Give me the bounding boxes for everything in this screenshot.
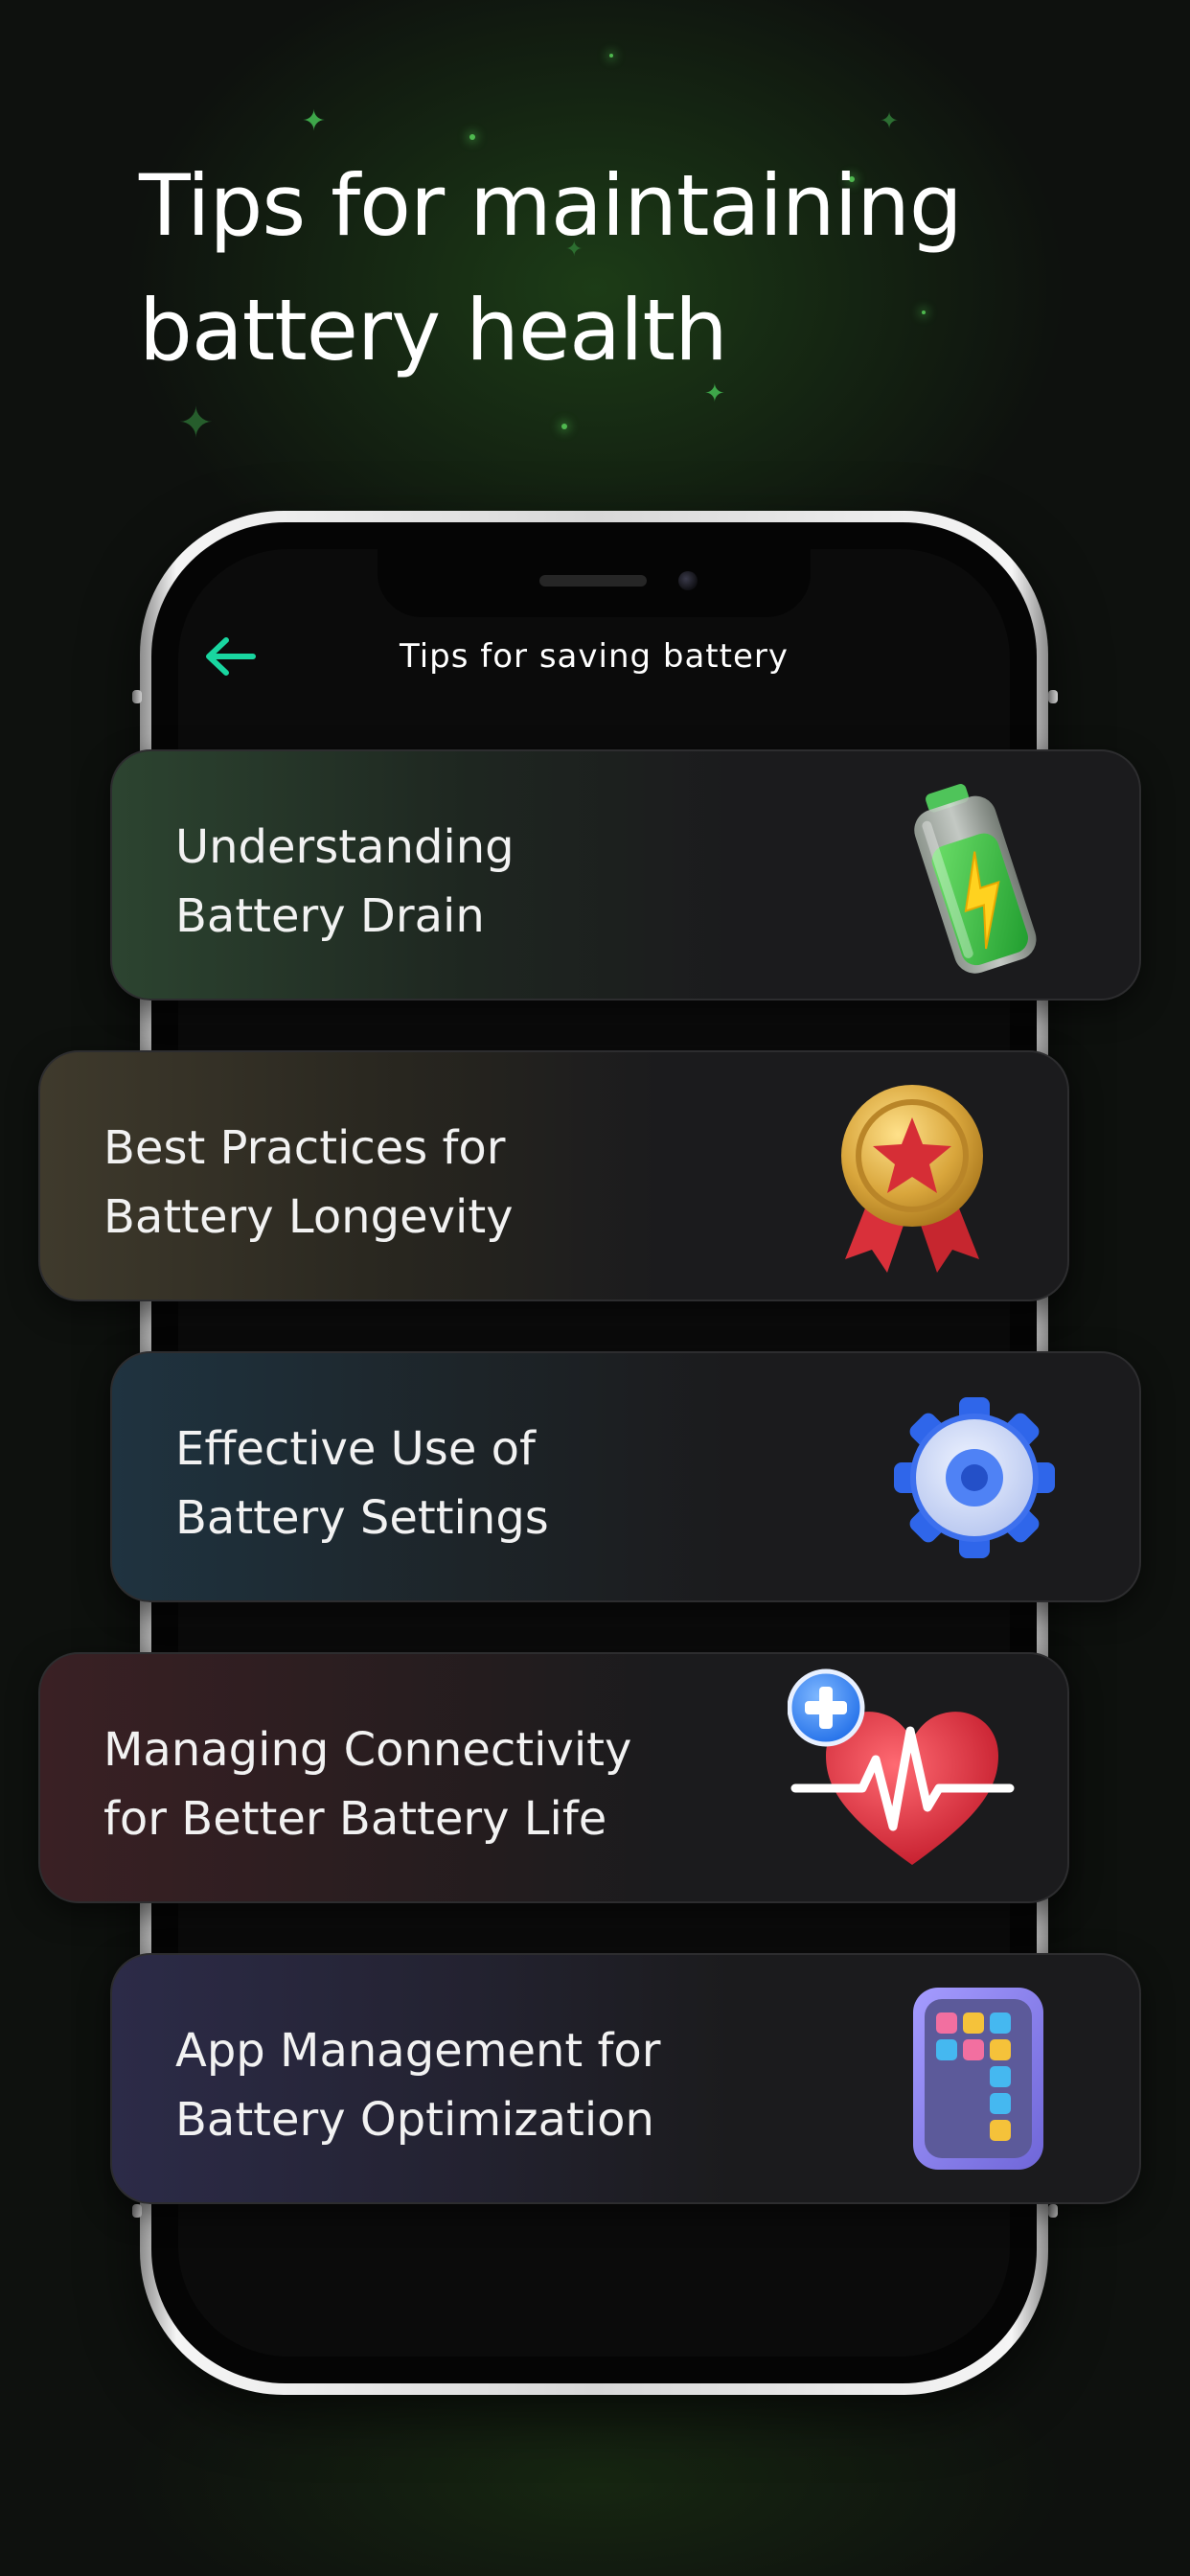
volume-button: [132, 690, 142, 703]
tip-card-title-line-1: Best Practices for: [103, 1121, 506, 1175]
tip-card-title: Best Practices for Battery Longevity: [103, 1114, 698, 1252]
side-button: [1048, 690, 1058, 703]
arrow-left-icon[interactable]: [203, 634, 257, 678]
screen-title: Tips for saving battery: [400, 637, 789, 676]
side-button: [1048, 2204, 1058, 2218]
medal-icon: [807, 1071, 1018, 1282]
tip-card-title-line-1: Managing Connectivity: [103, 1723, 632, 1777]
tip-card-title: App Management for Battery Optimization: [175, 2016, 769, 2154]
headline-line-1: Tips for maintaining: [139, 156, 963, 255]
battery-icon: [869, 770, 1080, 981]
speaker-grille: [539, 575, 647, 586]
tip-card-longevity[interactable]: Best Practices for Battery Longevity: [38, 1050, 1069, 1301]
tip-card-title-line-1: App Management for: [175, 2024, 661, 2078]
gear-icon: [869, 1372, 1080, 1583]
tip-card-title: Effective Use of Battery Settings: [175, 1414, 769, 1552]
tip-card-title-line-2: Battery Longevity: [103, 1190, 514, 1244]
tip-card-title: Understanding Battery Drain: [175, 813, 769, 951]
tip-card-title-line-2: Battery Optimization: [175, 2093, 654, 2147]
sparkle-icon: ✦: [302, 104, 327, 138]
front-camera: [678, 571, 698, 590]
tip-card-title-line-2: for Better Battery Life: [103, 1792, 607, 1846]
tip-card-title-line-2: Battery Drain: [175, 889, 485, 943]
side-button: [132, 2204, 142, 2218]
phone-apps-icon: [869, 1974, 1080, 2185]
sparkle-icon: ✦: [178, 399, 214, 448]
tip-card-title-line-1: Understanding: [175, 820, 515, 874]
sparkle-icon: ✦: [880, 107, 900, 134]
tip-card-settings[interactable]: Effective Use of Battery Settings: [110, 1351, 1141, 1602]
tip-card-title-line-2: Battery Settings: [175, 1491, 549, 1545]
tip-card-battery-drain[interactable]: Understanding Battery Drain: [110, 749, 1141, 1000]
headline-line-2: battery health: [139, 281, 728, 380]
headline: Tips for maintaining battery health: [139, 144, 1059, 393]
glow-dot: [561, 424, 567, 429]
tip-card-title: Managing Connectivity for Better Battery…: [103, 1715, 698, 1853]
tip-card-connectivity[interactable]: Managing Connectivity for Better Battery…: [38, 1652, 1069, 1903]
tip-card-app-management[interactable]: App Management for Battery Optimization: [110, 1953, 1141, 2204]
glow-dot: [469, 134, 475, 140]
glow-dot: [609, 54, 613, 58]
tip-card-title-line-1: Effective Use of: [175, 1422, 536, 1476]
heart-pulse-icon: [787, 1664, 1018, 1894]
